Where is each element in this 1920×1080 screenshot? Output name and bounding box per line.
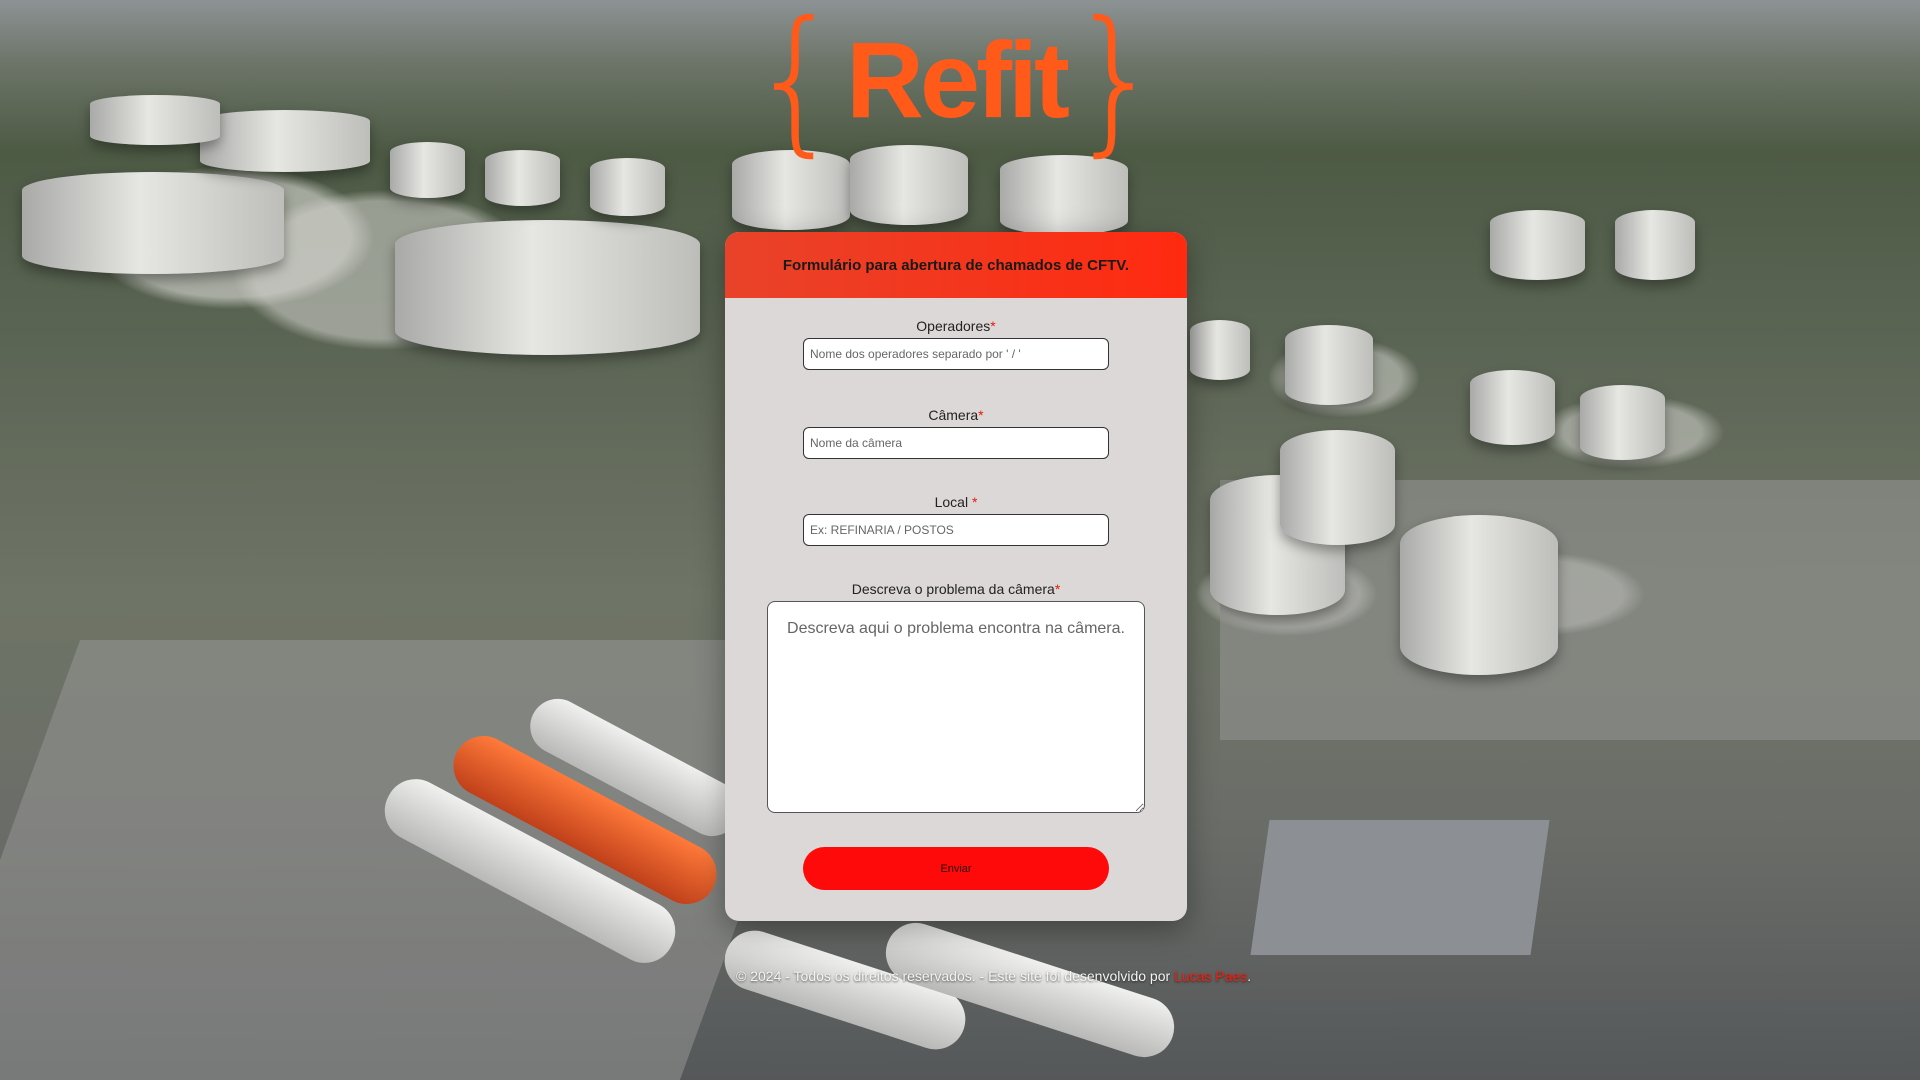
problem-field-group: Descreva o problema da câmera* [725,581,1187,818]
required-mark: * [971,494,978,510]
problem-description-textarea[interactable] [767,601,1145,813]
location-input[interactable] [803,514,1109,546]
cftv-ticket-form: Formulário para abertura de chamados de … [725,232,1187,921]
camera-input[interactable] [803,427,1109,459]
operators-input[interactable] [803,338,1109,370]
location-field-group: Local * [725,494,1187,546]
required-mark: * [978,407,984,423]
problem-label: Descreva o problema da câmera* [851,581,1061,597]
location-label: Local * [934,494,978,510]
camera-label: Câmera* [928,407,984,423]
footer-author-link[interactable]: Lucas Paes [1174,968,1247,984]
logo-left-brace: { [748,0,844,172]
submit-button[interactable]: Enviar [803,847,1109,890]
required-mark: * [1054,581,1061,597]
operators-label: Operadores* [916,318,996,334]
operators-field-group: Operadores* [725,318,1187,370]
required-mark: * [990,318,996,334]
footer: © 2024 - Todos os direitos reservados. -… [736,968,1251,984]
footer-copyright: © 2024 - Todos os direitos reservados. -… [736,968,1175,984]
footer-suffix: . [1247,968,1252,984]
logo-wordmark: Refit [846,19,1070,140]
logo-right-brace: } [1068,0,1164,172]
form-title: Formulário para abertura de chamados de … [725,232,1187,298]
camera-field-group: Câmera* [725,407,1187,459]
refit-logo: { Refit } [749,1,1164,159]
